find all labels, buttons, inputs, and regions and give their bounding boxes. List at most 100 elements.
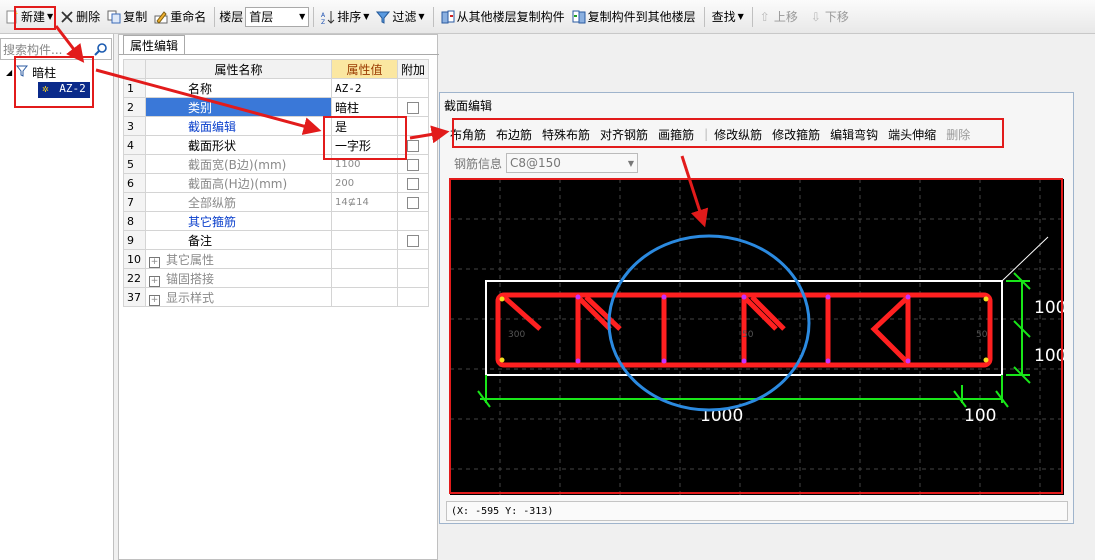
copy-from-floor-button[interactable]: 从其他楼层复制构件: [438, 5, 568, 29]
table-row[interactable]: 4 截面形状 一字形: [123, 135, 430, 155]
svg-text:Z: Z: [321, 19, 325, 24]
property-value[interactable]: 是: [331, 116, 398, 136]
copy-from-floor-label: 从其他楼层复制构件: [456, 10, 565, 24]
extra-cell: [396, 230, 430, 250]
rebar-info-value: C8@150: [510, 156, 561, 170]
search-icon[interactable]: [94, 42, 108, 56]
rename-label: 重命名: [170, 10, 207, 24]
tree-node-az2[interactable]: ✲ AZ-2: [0, 81, 112, 98]
property-value[interactable]: [331, 211, 398, 231]
tool-modify-stirrup[interactable]: 修改箍筋: [772, 126, 820, 143]
tool-end-extend[interactable]: 端头伸缩: [888, 126, 936, 143]
expand-plus-icon[interactable]: +: [149, 275, 160, 287]
tool-corner-rebar[interactable]: 布角筋: [450, 126, 486, 143]
tool-delete[interactable]: 删除: [946, 126, 970, 143]
move-up-label: 上移: [773, 10, 798, 24]
tool-edge-rebar[interactable]: 布边筋: [496, 126, 532, 143]
tab-divider: [119, 54, 439, 55]
toolbar-separator: [214, 6, 216, 27]
tab-property-edit[interactable]: 属性编辑: [123, 35, 186, 55]
filter-label: 过滤: [392, 10, 417, 24]
tree-child-label: AZ-2: [59, 81, 86, 95]
dimension-width: 1000: [700, 406, 743, 426]
table-row-group[interactable]: 22 + 锚固搭接: [123, 268, 430, 288]
find-button[interactable]: 查找 ▼: [709, 5, 747, 29]
section-drawing-canvas[interactable]: 300 50 50 1000 100 100 100: [450, 179, 1066, 495]
table-row[interactable]: 6 截面高(H边)(mm) 200: [123, 173, 430, 193]
row-number: 9: [123, 230, 146, 250]
rename-icon: [154, 10, 168, 24]
property-value[interactable]: AZ-2: [331, 78, 398, 98]
table-row[interactable]: 3 截面编辑 是: [123, 116, 430, 136]
table-row[interactable]: 9 备注: [123, 230, 430, 250]
search-placeholder: 搜索构件...: [3, 42, 63, 57]
tool-special-rebar[interactable]: 特殊布筋: [542, 126, 590, 143]
copy-button[interactable]: 复制: [104, 5, 150, 29]
property-value[interactable]: 14⊈14: [331, 192, 398, 212]
property-value[interactable]: 200: [331, 173, 398, 193]
row-number: 1: [123, 78, 146, 98]
extra-checkbox[interactable]: [407, 101, 419, 114]
section-edit-dialog: 截面编辑 布角筋 布边筋 特殊布筋 对齐钢筋 画箍筋 | 修改纵筋 修改箍筋 编…: [439, 92, 1074, 524]
delete-button[interactable]: 删除: [57, 5, 103, 29]
property-value: [331, 268, 398, 288]
coordinate-readout: (X: -595 Y: -313): [451, 505, 554, 517]
table-row-group[interactable]: 37 + 显示样式: [123, 287, 430, 307]
row-number: 4: [123, 135, 146, 155]
svg-text:A: A: [321, 12, 326, 19]
dialog-title: 截面编辑: [444, 99, 493, 113]
table-row-group[interactable]: 10 + 其它属性: [123, 249, 430, 269]
new-button[interactable]: 新建 ▼: [2, 5, 56, 29]
row-number: 37: [123, 287, 146, 307]
tool-modify-long-rebar[interactable]: 修改纵筋: [714, 126, 762, 143]
tool-edit-hook[interactable]: 编辑弯钩: [830, 126, 878, 143]
tool-align-rebar[interactable]: 对齐钢筋: [600, 126, 648, 143]
tree-root-label: 暗柱: [32, 66, 57, 80]
table-row-selected[interactable]: 2 类别 暗柱: [123, 97, 430, 117]
arrow-up-icon: ⇧: [759, 9, 770, 24]
expand-plus-icon[interactable]: +: [149, 294, 160, 306]
property-name: 全部纵筋: [145, 192, 332, 212]
tree-node-az2-label[interactable]: ✲ AZ-2: [38, 81, 90, 98]
sort-icon: AZ: [321, 10, 335, 26]
small-label: 50: [742, 330, 754, 340]
floor-select[interactable]: 首层 ▼: [245, 6, 310, 27]
extra-cell: [396, 78, 430, 98]
extra-cell: [396, 154, 430, 174]
copy-icon: [107, 10, 121, 24]
property-group-label: 显示样式: [166, 290, 215, 305]
move-down-button[interactable]: ⇩ 下移: [808, 5, 852, 29]
header-name: 属性名称: [145, 59, 332, 79]
leader-line: [1001, 236, 1049, 282]
expand-plus-icon[interactable]: +: [149, 256, 160, 268]
property-value[interactable]: 一字形: [331, 135, 398, 155]
filter-button[interactable]: 过滤 ▼: [373, 5, 427, 29]
table-row[interactable]: 1 名称 AZ-2: [123, 78, 430, 98]
component-gear-icon: ✲: [42, 81, 49, 95]
property-value: [331, 249, 398, 269]
floor-select-value: 首层: [249, 10, 274, 24]
extra-checkbox[interactable]: [407, 234, 419, 247]
table-row[interactable]: 5 截面宽(B边)(mm) 1100: [123, 154, 430, 174]
copy-to-floor-button[interactable]: 复制构件到其他楼层: [569, 5, 699, 29]
tree-node-hidden-column[interactable]: ◢ 暗柱: [0, 64, 112, 81]
rename-button[interactable]: 重命名: [151, 5, 209, 29]
property-value[interactable]: [331, 230, 398, 250]
rebar-info-select[interactable]: C8@150 ▼: [506, 153, 639, 173]
main-toolbar: 新建 ▼ 删除 复制 重命名 楼层 首层 ▼ AZ 排序 ▼ 过滤 ▼ 从其他楼层复制构…: [0, 0, 1095, 34]
extra-checkbox[interactable]: [407, 177, 419, 190]
table-row[interactable]: 7 全部纵筋 14⊈14: [123, 192, 430, 212]
tool-draw-stirrup[interactable]: 画箍筋: [658, 126, 694, 143]
table-row[interactable]: 8 其它箍筋: [123, 211, 430, 231]
delete-label: 删除: [76, 10, 101, 24]
property-value[interactable]: 1100: [331, 154, 398, 174]
move-up-button[interactable]: ⇧ 上移: [757, 5, 801, 29]
sort-button[interactable]: AZ 排序 ▼: [318, 5, 372, 29]
property-name: 备注: [145, 230, 332, 250]
extra-checkbox[interactable]: [407, 196, 419, 209]
extra-checkbox[interactable]: [407, 158, 419, 171]
collapse-toggle-icon[interactable]: ◢: [6, 68, 12, 77]
toolbar-separator: [751, 6, 753, 27]
property-value[interactable]: 暗柱: [331, 97, 398, 117]
extra-checkbox[interactable]: [407, 139, 419, 152]
